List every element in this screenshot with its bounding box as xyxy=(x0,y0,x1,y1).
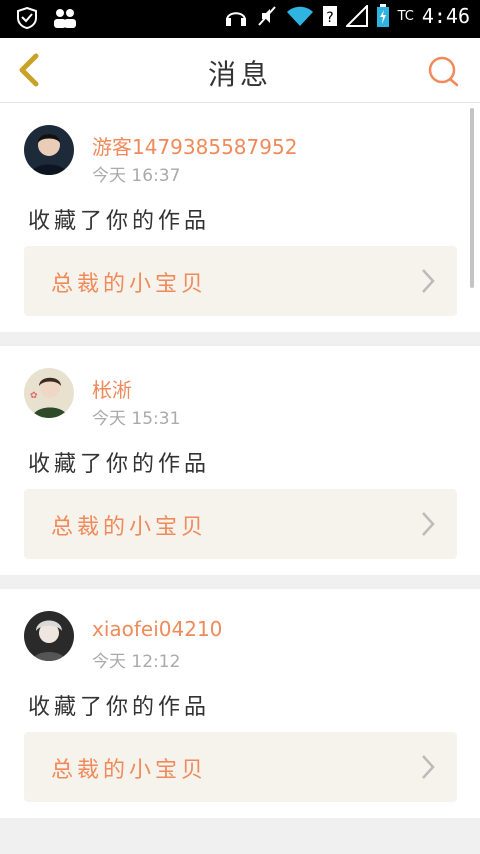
svg-text:?: ? xyxy=(326,10,333,26)
status-bar: ? TC 4:46 xyxy=(0,0,480,38)
list-item[interactable]: ✿ 枨淅 今天 15:31 收藏了你的作品 总裁的小宝贝 xyxy=(0,346,480,575)
message-time: 今天 12:12 xyxy=(92,652,181,672)
work-card[interactable]: 总裁的小宝贝 xyxy=(24,489,457,559)
search-icon[interactable] xyxy=(426,54,460,88)
message-list: 游客1479385587952 今天 16:37 收藏了你的作品 总裁的小宝贝 … xyxy=(0,103,480,832)
svg-text:✿: ✿ xyxy=(30,391,38,401)
headphones-icon xyxy=(225,12,246,26)
clock: 4:46 xyxy=(421,4,470,28)
work-card[interactable]: 总裁的小宝贝 xyxy=(24,732,457,802)
list-item[interactable]: 游客1479385587952 今天 16:37 收藏了你的作品 总裁的小宝贝 xyxy=(0,103,480,332)
signal-icon xyxy=(345,5,368,27)
shield-icon xyxy=(17,6,37,30)
message-text: 收藏了你的作品 xyxy=(28,452,211,477)
user-name[interactable]: 游客1479385587952 xyxy=(92,131,297,160)
message-time: 今天 16:37 xyxy=(92,166,181,186)
list-item[interactable]: xiaofei04210 今天 12:12 收藏了你的作品 总裁的小宝贝 xyxy=(0,589,480,818)
work-title: 总裁的小宝贝 xyxy=(51,758,208,783)
page-title: 消息 xyxy=(207,58,272,91)
signal-question-icon: ? xyxy=(322,6,337,26)
people-icon xyxy=(54,9,76,28)
message-text: 收藏了你的作品 xyxy=(28,695,211,720)
chevron-right-icon xyxy=(422,269,435,293)
app-header: 消息 xyxy=(0,38,480,103)
avatar[interactable] xyxy=(24,125,74,175)
avatar[interactable]: ✿ xyxy=(24,368,74,418)
message-text: 收藏了你的作品 xyxy=(28,209,211,234)
avatar[interactable] xyxy=(24,611,74,661)
user-name[interactable]: xiaofei04210 xyxy=(92,617,222,641)
battery-icon xyxy=(376,4,389,27)
wifi-icon xyxy=(286,6,313,26)
message-time: 今天 15:31 xyxy=(92,409,181,429)
chevron-right-icon xyxy=(422,755,435,779)
work-card[interactable]: 总裁的小宝贝 xyxy=(24,246,457,316)
user-name[interactable]: 枨淅 xyxy=(92,374,132,403)
chevron-right-icon xyxy=(422,512,435,536)
network-type: TC xyxy=(397,8,414,24)
mute-icon xyxy=(257,6,276,26)
work-title: 总裁的小宝贝 xyxy=(51,272,208,297)
scrollbar[interactable] xyxy=(470,108,474,288)
work-title: 总裁的小宝贝 xyxy=(51,515,208,540)
